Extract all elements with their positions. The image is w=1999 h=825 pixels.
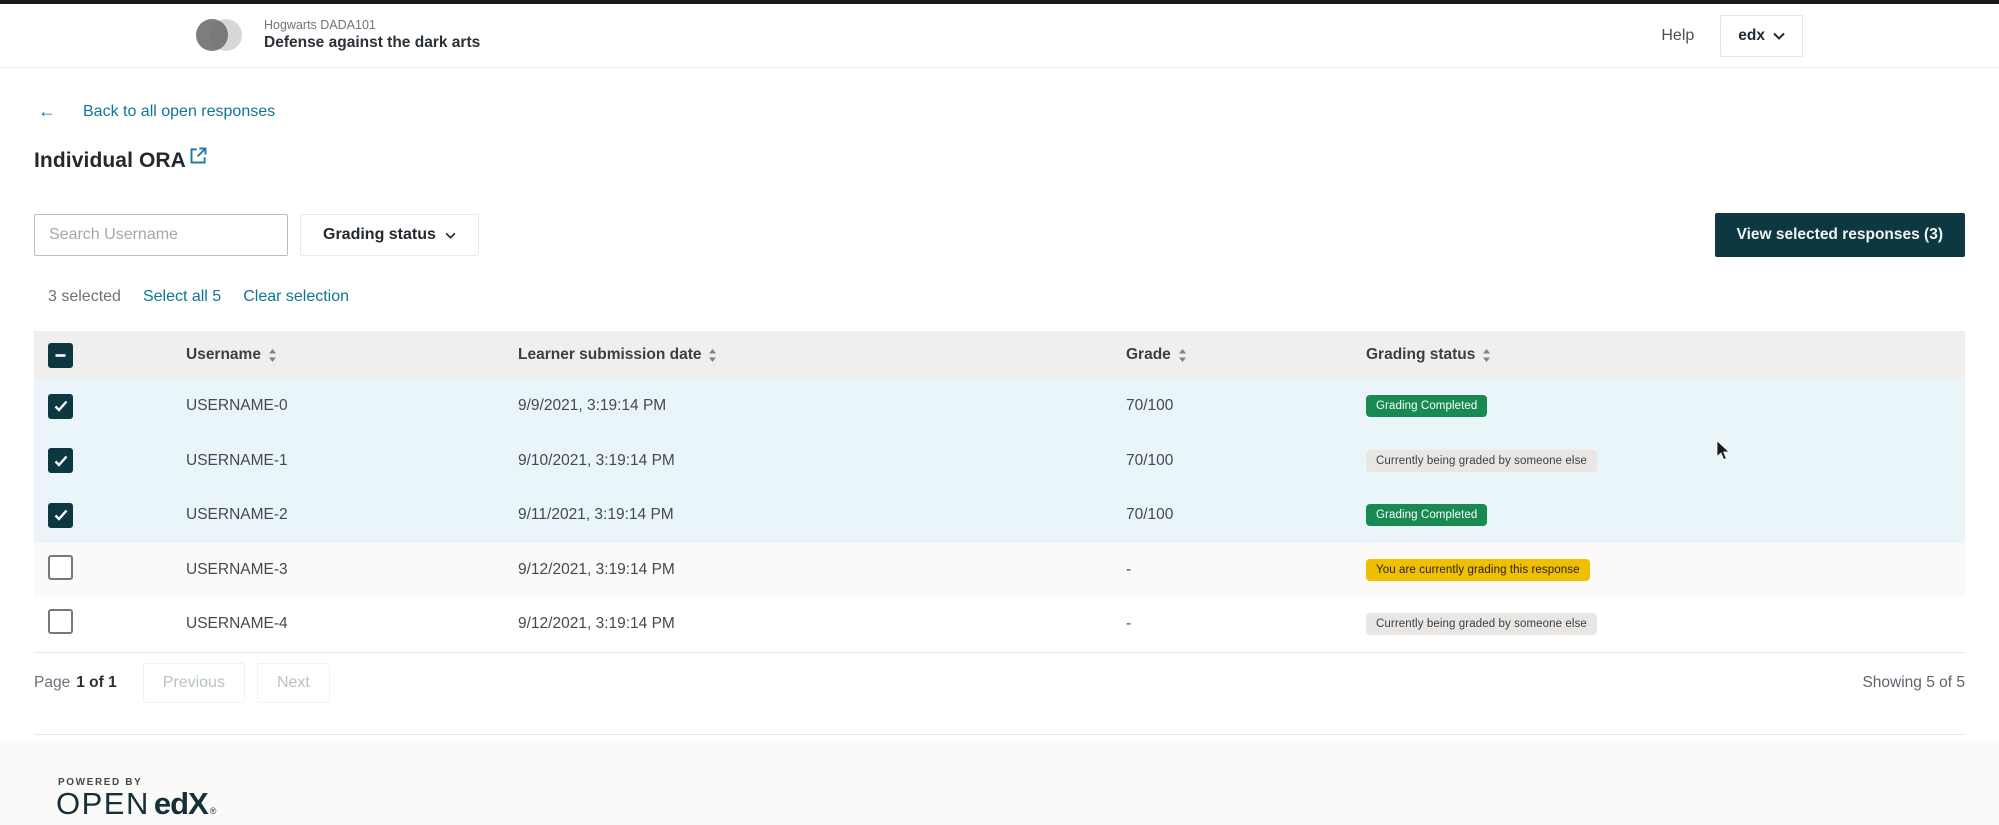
view-selected-responses-button[interactable]: View selected responses (3) <box>1714 213 1965 257</box>
help-link[interactable]: Help <box>1661 27 1694 45</box>
column-header-username[interactable]: Username <box>186 346 518 364</box>
course-org: Hogwarts DADA101 <box>264 17 376 32</box>
selected-count: 3 selected <box>48 288 121 305</box>
table-footer: Page 1 of 1 Previous Next Showing 5 of 5 <box>34 651 1965 713</box>
row-checkbox[interactable] <box>48 448 73 474</box>
submission-date-cell: 9/10/2021, 3:19:14 PM <box>518 451 675 469</box>
check-icon <box>54 400 67 413</box>
next-page-button[interactable]: Next <box>256 662 330 703</box>
previous-page-button[interactable]: Previous <box>142 662 245 703</box>
username-cell: USERNAME-3 <box>186 560 288 578</box>
grade-cell: 70/100 <box>1126 506 1174 524</box>
row-checkbox[interactable] <box>48 554 73 580</box>
page-title: Individual ORA <box>34 149 186 172</box>
table-body: USERNAME-0 9/9/2021, 3:19:14 PM 70/100 G… <box>34 379 1965 652</box>
submission-date-cell: 9/9/2021, 3:19:14 PM <box>518 397 667 415</box>
row-checkbox[interactable] <box>48 393 73 419</box>
indeterminate-minus-icon <box>55 353 66 357</box>
select-all-checkbox[interactable] <box>48 342 73 368</box>
course-title: Defense against the dark arts <box>264 34 481 52</box>
submission-date-cell: 9/11/2021, 3:19:14 PM <box>518 506 674 524</box>
course-logo <box>196 19 244 52</box>
course-info: Hogwarts DADA101 Defense against the dar… <box>264 18 480 54</box>
search-username-input[interactable] <box>34 214 288 256</box>
table-row: USERNAME-0 9/9/2021, 3:19:14 PM 70/100 G… <box>34 379 1965 434</box>
grading-status-badge: Currently being graded by someone else <box>1366 613 1597 636</box>
submission-date-cell: 9/12/2021, 3:19:14 PM <box>518 615 675 633</box>
grade-cell: - <box>1126 615 1132 633</box>
table-header-row: Username Learner submission date Grade G… <box>34 331 1965 379</box>
sort-icon <box>1178 348 1186 362</box>
course-header: Hogwarts DADA101 Defense against the dar… <box>0 4 1999 68</box>
username-cell: USERNAME-2 <box>186 506 288 524</box>
site-footer: POWERED BY OPEN edX ® <box>0 743 1999 825</box>
openedx-logo: OPEN edX ® <box>56 786 217 821</box>
chevron-down-icon <box>445 232 456 239</box>
table-row: USERNAME-1 9/10/2021, 3:19:14 PM 70/100 … <box>34 433 1965 488</box>
grade-cell: - <box>1126 560 1132 578</box>
check-icon <box>54 509 67 522</box>
showing-count: Showing 5 of 5 <box>1862 673 1965 691</box>
grade-cell: 70/100 <box>1126 451 1174 469</box>
user-menu-label: edx <box>1738 26 1765 44</box>
column-header-submission-date[interactable]: Learner submission date <box>518 346 1126 364</box>
content-bottom-border <box>34 713 1965 735</box>
row-checkbox[interactable] <box>48 502 73 528</box>
main-content: ← Back to all open responses Individual … <box>0 101 1999 735</box>
page-value: 1 of 1 <box>76 673 117 691</box>
grading-status-filter[interactable]: Grading status <box>300 214 479 256</box>
grading-status-badge: Currently being graded by someone else <box>1366 449 1597 472</box>
clear-selection-link[interactable]: Clear selection <box>243 288 349 306</box>
table-row: USERNAME-3 9/12/2021, 3:19:14 PM - You a… <box>34 542 1965 597</box>
grading-status-filter-label: Grading status <box>323 226 436 243</box>
responses-table: Username Learner submission date Grade G… <box>34 331 1965 713</box>
select-all-link[interactable]: Select all 5 <box>143 288 221 306</box>
sort-icon <box>1483 348 1491 362</box>
grade-cell: 70/100 <box>1126 397 1174 415</box>
column-header-grade[interactable]: Grade <box>1126 346 1366 364</box>
username-cell: USERNAME-4 <box>186 615 288 633</box>
grading-status-badge: Grading Completed <box>1366 504 1488 527</box>
page-indicator: Page 1 of 1 <box>34 673 117 691</box>
course-brand: Hogwarts DADA101 Defense against the dar… <box>196 18 480 54</box>
external-link-icon[interactable] <box>188 145 209 171</box>
check-icon <box>54 455 67 467</box>
chevron-down-icon <box>1773 32 1785 40</box>
table-row: USERNAME-4 9/12/2021, 3:19:14 PM - Curre… <box>34 597 1965 652</box>
back-link-label: Back to all open responses <box>83 102 276 120</box>
column-header-grading-status[interactable]: Grading status <box>1366 346 1965 364</box>
sort-icon <box>268 348 276 362</box>
grading-status-badge: Grading Completed <box>1366 395 1488 418</box>
username-cell: USERNAME-0 <box>186 397 288 415</box>
submission-date-cell: 9/12/2021, 3:19:14 PM <box>518 560 675 578</box>
sort-icon <box>709 348 717 362</box>
back-arrow-icon: ← <box>38 101 56 121</box>
back-to-responses-link[interactable]: ← Back to all open responses <box>34 101 275 122</box>
username-cell: USERNAME-1 <box>186 451 288 469</box>
row-checkbox[interactable] <box>48 609 73 635</box>
user-menu-button[interactable]: edx <box>1720 14 1803 57</box>
table-row: USERNAME-2 9/11/2021, 3:19:14 PM 70/100 … <box>34 488 1965 543</box>
grading-status-badge: You are currently grading this response <box>1366 558 1590 581</box>
